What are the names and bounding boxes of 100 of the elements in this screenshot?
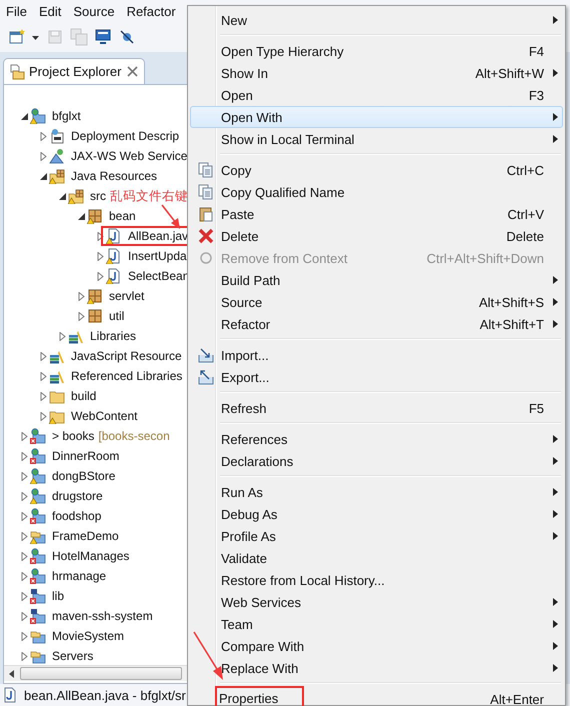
collapse-arrow-icon[interactable] <box>77 212 86 220</box>
expand-arrow-icon[interactable] <box>96 252 105 260</box>
expand-arrow-icon[interactable] <box>39 372 48 380</box>
monitor-icon[interactable] <box>94 28 112 46</box>
shortcut-text: Ctrl+C <box>506 162 544 178</box>
menu-item[interactable]: Refactor Alt+Shift+T <box>190 313 563 335</box>
expand-arrow-icon[interactable] <box>77 312 86 320</box>
tree-item[interactable]: JavaScript Resource <box>71 349 182 363</box>
tree-item[interactable]: lib <box>52 589 64 603</box>
menu-item[interactable]: Debug As <box>190 503 563 525</box>
expand-arrow-icon[interactable] <box>20 432 29 440</box>
menu-item[interactable]: Source Alt+Shift+S <box>190 291 563 313</box>
menu-item[interactable]: Export... <box>190 366 563 388</box>
new-file-icon[interactable] <box>8 28 26 46</box>
expand-arrow-icon[interactable] <box>20 512 29 520</box>
expand-arrow-icon[interactable] <box>20 472 29 480</box>
menu-item[interactable]: Copy Qualified Name <box>190 181 563 203</box>
menu-item[interactable]: Open F3 <box>190 84 563 106</box>
close-icon[interactable] <box>127 66 138 77</box>
menu-item[interactable]: Delete Delete <box>190 225 563 247</box>
expand-arrow-icon[interactable] <box>20 652 29 660</box>
expand-arrow-icon[interactable] <box>20 592 29 600</box>
scroll-left-icon[interactable] <box>8 670 16 678</box>
tree-item[interactable]: Deployment Descrip <box>71 129 180 143</box>
menu-item[interactable]: Build Path <box>190 269 563 291</box>
menu-item[interactable]: Open With <box>190 106 563 128</box>
pin-icon[interactable] <box>118 28 136 46</box>
expand-arrow-icon[interactable] <box>20 492 29 500</box>
menu-item[interactable]: Restore from Local History... <box>190 569 563 591</box>
scroll-thumb[interactable] <box>20 667 182 680</box>
tree-item[interactable]: JAX-WS Web Service <box>71 149 188 163</box>
project-explorer-tab[interactable]: Project Explorer <box>3 58 145 84</box>
tree-item[interactable]: bean <box>109 209 136 223</box>
expand-arrow-icon[interactable] <box>20 612 29 620</box>
tree-item[interactable]: Libraries <box>90 329 136 343</box>
expand-arrow-icon[interactable] <box>20 632 29 640</box>
menu-item[interactable]: New <box>190 9 563 31</box>
menu-item[interactable]: Refresh F5 <box>190 397 563 419</box>
menu-item[interactable]: Show in Local Terminal <box>190 128 563 150</box>
tree-item[interactable]: DinnerRoom <box>52 449 120 463</box>
tree-item[interactable]: util <box>109 309 124 323</box>
expand-arrow-icon[interactable] <box>20 532 29 540</box>
tree-item[interactable]: InsertUpda <box>128 249 187 263</box>
expand-arrow-icon[interactable] <box>58 332 67 340</box>
tree-item[interactable]: servlet <box>109 289 144 303</box>
menu-item[interactable]: Show In Alt+Shift+W <box>190 62 563 84</box>
tree-item[interactable]: Referenced Libraries <box>71 369 182 383</box>
import-icon <box>198 347 214 363</box>
menu-item[interactable]: Compare With <box>190 635 563 657</box>
tree-item[interactable]: maven-ssh-system <box>52 609 153 623</box>
expand-arrow-icon[interactable] <box>20 452 29 460</box>
menu-item[interactable]: File <box>0 4 33 18</box>
tree-item[interactable]: AllBean.jav <box>128 229 188 243</box>
menu-item[interactable]: Edit <box>32 4 68 18</box>
collapse-arrow-icon[interactable] <box>58 192 67 200</box>
expand-arrow-icon[interactable] <box>96 272 105 280</box>
tree-item[interactable]: HotelManages <box>52 549 130 563</box>
tree-item[interactable]: drugstore <box>52 489 103 503</box>
menu-item[interactable]: Run As <box>190 481 563 503</box>
menu-item[interactable]: References <box>190 428 563 450</box>
menu-item[interactable]: Source <box>67 4 121 18</box>
menu-item[interactable]: Refactor <box>120 4 182 18</box>
tree-item[interactable]: bfglxt <box>52 109 81 123</box>
tree-item[interactable]: Servers <box>52 649 94 663</box>
tree-item[interactable]: build <box>71 389 96 403</box>
status-text: bean.AllBean.java - bfglxt/sr <box>24 688 186 702</box>
tree-item[interactable]: FrameDemo <box>52 529 119 543</box>
tree-item[interactable]: foodshop <box>52 509 102 523</box>
shortcut-text: F4 <box>528 44 544 58</box>
collapse-arrow-icon[interactable] <box>20 112 29 120</box>
menu-item[interactable]: Declarations <box>190 450 563 472</box>
expand-arrow-icon[interactable] <box>20 572 29 580</box>
tree-item[interactable]: WebContent <box>71 409 138 423</box>
tree-item[interactable]: Java Resources <box>71 169 158 183</box>
tree-item[interactable]: > books <box>52 429 94 443</box>
expand-arrow-icon[interactable] <box>39 392 48 400</box>
menu-item[interactable]: Paste Ctrl+V <box>190 203 563 225</box>
menu-item[interactable]: Web Services <box>190 591 563 613</box>
expand-arrow-icon[interactable] <box>39 152 48 160</box>
expand-arrow-icon[interactable] <box>96 232 105 240</box>
tree-item[interactable]: src <box>90 189 106 203</box>
menu-item[interactable]: Profile As <box>190 525 563 547</box>
expand-arrow-icon[interactable] <box>39 352 48 360</box>
menu-item[interactable]: Copy Ctrl+C <box>190 159 563 181</box>
expand-arrow-icon[interactable] <box>39 132 48 140</box>
menu-item[interactable]: Properties Alt+Enter <box>190 688 563 706</box>
expand-arrow-icon[interactable] <box>77 292 86 300</box>
menu-item[interactable]: Replace With <box>190 657 563 679</box>
menu-item[interactable]: Open Type Hierarchy F4 <box>190 40 563 62</box>
tree-item[interactable]: dongBStore <box>52 469 116 483</box>
tree-item[interactable]: hrmanage <box>52 569 106 583</box>
explorer-icon <box>9 64 25 80</box>
collapse-arrow-icon[interactable] <box>39 172 48 180</box>
menu-item[interactable]: Validate <box>190 547 563 569</box>
expand-arrow-icon[interactable] <box>20 552 29 560</box>
expand-arrow-icon[interactable] <box>39 412 48 420</box>
tree-item[interactable]: SelectBean <box>128 269 190 283</box>
tree-item[interactable]: MovieSystem <box>52 629 124 643</box>
menu-item[interactable]: Import... <box>190 344 563 366</box>
menu-item[interactable]: Team <box>190 613 563 635</box>
